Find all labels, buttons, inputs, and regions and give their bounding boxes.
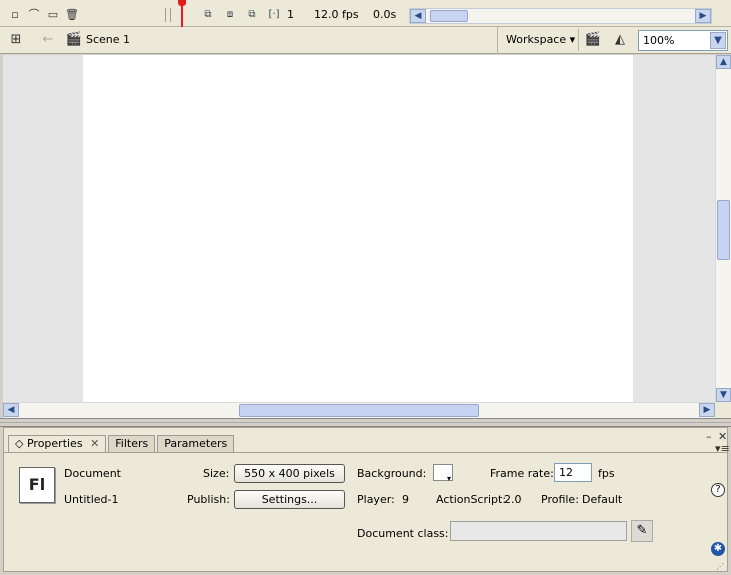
- help-icon[interactable]: ?: [711, 483, 725, 497]
- onion-skin-controls: ⧉ ⧈ ⧉ [·]: [201, 8, 281, 21]
- insert-layer-icon[interactable]: ▫: [8, 8, 22, 21]
- properties-panel: – ✕ ◇ Properties ✕ Filters Parameters ▾≡…: [3, 427, 730, 572]
- scene-label[interactable]: Scene 1: [86, 33, 130, 46]
- current-frame: 1: [287, 8, 294, 21]
- background-color-swatch[interactable]: [433, 464, 453, 483]
- horizontal-scroll-thumb[interactable]: [239, 404, 479, 417]
- zoom-value: 100%: [643, 34, 675, 47]
- edit-scene-icon[interactable]: 🎬: [583, 31, 603, 49]
- onion-outlines-icon[interactable]: ⧉: [245, 8, 259, 21]
- timeline-bar: ▫ ⌒ ▭ 🗑 ⧉ ⧈ ⧉ [·] 1 12.0 fps 0.0s ◀ ▶: [0, 0, 731, 27]
- doc-class-field[interactable]: [450, 521, 627, 541]
- minimize-icon[interactable]: –: [706, 430, 712, 443]
- pasteboard[interactable]: [3, 55, 715, 402]
- settings-button[interactable]: Settings...: [234, 490, 345, 509]
- zoom-select[interactable]: 100% ▼: [638, 30, 728, 51]
- vertical-scrollbar[interactable]: ▲ ▼: [715, 55, 731, 402]
- profile-value: Default: [582, 493, 623, 506]
- center-frame-icon[interactable]: ⧉: [201, 8, 215, 21]
- resize-grip[interactable]: ⋰: [716, 562, 728, 572]
- scroll-up-button[interactable]: ▲: [716, 55, 731, 69]
- edit-bar: ⊞ ← 🎬 Scene 1 Workspace ▾ 🎬 ◭ 100% ▼: [0, 27, 731, 54]
- scroll-left-button[interactable]: ◀: [3, 403, 19, 417]
- edit-multiple-frames-icon[interactable]: [·]: [267, 8, 281, 21]
- panel-splitter[interactable]: [0, 418, 731, 427]
- edit-symbols-icon[interactable]: ◭: [610, 31, 630, 49]
- background-label: Background:: [357, 467, 427, 480]
- workspace-menu[interactable]: Workspace ▾: [497, 27, 583, 54]
- scroll-right-button[interactable]: ▶: [695, 9, 711, 23]
- profile-label: Profile:: [541, 493, 579, 506]
- scroll-corner: [715, 402, 731, 418]
- close-tab-icon[interactable]: ✕: [90, 437, 99, 450]
- vertical-scroll-thumb[interactable]: [717, 200, 730, 260]
- doc-type: Document: [64, 467, 121, 480]
- elapsed-time: 0.0s: [373, 8, 397, 21]
- player-label: Player:: [357, 493, 395, 506]
- scroll-thumb[interactable]: [430, 10, 468, 22]
- timeline-grip[interactable]: [165, 8, 171, 22]
- timeline-toggle-icon[interactable]: ⊞: [6, 31, 26, 49]
- tab-parameters[interactable]: Parameters: [157, 435, 235, 452]
- tab-properties-label: Properties: [26, 437, 83, 450]
- player-value: 9: [402, 493, 409, 506]
- accessibility-icon[interactable]: ✱: [711, 542, 725, 556]
- collapse-icon[interactable]: ◇: [15, 437, 23, 450]
- publish-label: Publish:: [187, 493, 230, 506]
- doc-name: Untitled-1: [64, 493, 119, 506]
- chevron-down-icon[interactable]: ▼: [710, 32, 726, 49]
- doc-class-label: Document class:: [357, 527, 449, 540]
- actionscript-label: ActionScript:: [436, 493, 507, 506]
- playhead[interactable]: [181, 0, 183, 27]
- scroll-left-button[interactable]: ◀: [410, 9, 426, 23]
- size-label: Size:: [203, 467, 230, 480]
- panel-tabs: ◇ Properties ✕ Filters Parameters: [8, 435, 236, 452]
- horizontal-scrollbar[interactable]: ◀ ▶: [3, 402, 715, 418]
- scene-clapper-icon: 🎬: [65, 32, 83, 47]
- tab-properties[interactable]: ◇ Properties ✕: [8, 435, 107, 452]
- flash-logo-icon: Fl: [19, 467, 55, 503]
- onion-skin-icon[interactable]: ⧈: [223, 8, 237, 21]
- document-properties: Fl Document Untitled-1 Size: 550 x 400 p…: [4, 452, 727, 571]
- layer-controls: ▫ ⌒ ▭ 🗑: [8, 8, 79, 21]
- pencil-icon[interactable]: ✎: [631, 520, 653, 542]
- motion-guide-icon[interactable]: ⌒: [27, 8, 41, 21]
- stage-canvas[interactable]: [83, 55, 633, 402]
- fps-label: fps: [598, 467, 615, 480]
- layer-folder-icon[interactable]: ▭: [46, 8, 60, 21]
- scroll-down-button[interactable]: ▼: [716, 388, 731, 402]
- divider: [578, 29, 579, 51]
- back-arrow-icon[interactable]: ←: [38, 31, 58, 49]
- frame-rate-readout: 12.0 fps: [314, 8, 359, 21]
- frame-rate-label: Frame rate:: [490, 467, 554, 480]
- timeline-scrollbar[interactable]: ◀ ▶: [409, 8, 712, 24]
- trash-icon[interactable]: 🗑: [65, 8, 79, 21]
- tab-filters-label: Filters: [115, 437, 149, 450]
- frame-rate-input[interactable]: 12: [554, 463, 592, 482]
- actionscript-value: 2.0: [504, 493, 522, 506]
- scroll-right-button[interactable]: ▶: [699, 403, 715, 417]
- tab-parameters-label: Parameters: [164, 437, 228, 450]
- tab-filters[interactable]: Filters: [108, 435, 156, 452]
- size-button[interactable]: 550 x 400 pixels: [234, 464, 345, 483]
